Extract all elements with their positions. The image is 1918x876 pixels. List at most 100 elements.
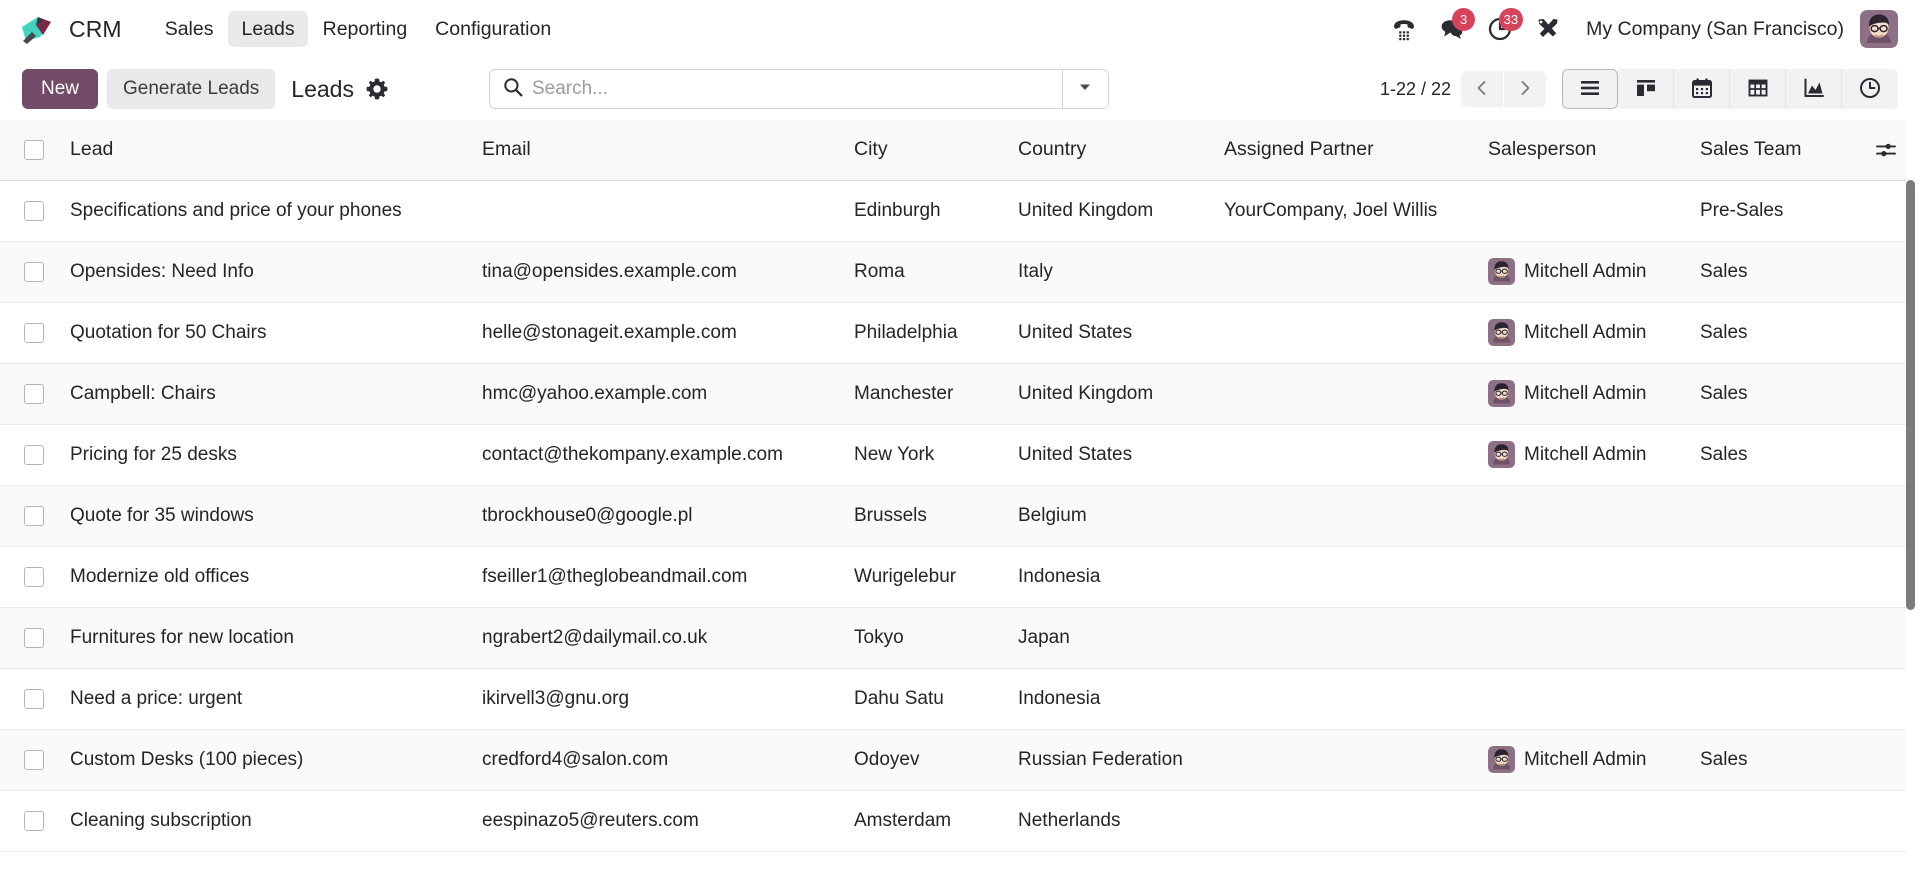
view-button-graph[interactable] bbox=[1786, 69, 1842, 109]
top-navbar: CRM Sales Leads Reporting Configuration bbox=[0, 0, 1918, 58]
view-button-kanban[interactable] bbox=[1618, 69, 1674, 109]
select-all-checkbox[interactable] bbox=[24, 139, 44, 160]
cell-email: fseiller1@theglobeandmail.com bbox=[470, 546, 842, 608]
cell-assigned-partner bbox=[1212, 424, 1476, 486]
cell-sales-team: Sales bbox=[1688, 729, 1866, 791]
column-settings-icon[interactable] bbox=[1866, 120, 1906, 180]
pager-previous-button[interactable] bbox=[1461, 71, 1503, 107]
new-button[interactable]: New bbox=[22, 68, 99, 110]
cell-country: Japan bbox=[1006, 607, 1212, 669]
view-button-list[interactable] bbox=[1562, 69, 1618, 109]
cell-city: Tokyo bbox=[842, 607, 1006, 669]
table-row[interactable]: Quotation for 50 Chairs helle@stonageit.e… bbox=[0, 302, 1906, 364]
cell-sales-team: Sales bbox=[1688, 424, 1866, 486]
activities-clock-icon[interactable]: 33 bbox=[1476, 7, 1524, 51]
messages-icon[interactable]: 3 bbox=[1428, 7, 1476, 51]
row-checkbox[interactable] bbox=[24, 566, 44, 587]
menu-item-sales[interactable]: Sales bbox=[152, 11, 227, 47]
salesperson-name: Mitchell Admin bbox=[1524, 748, 1647, 770]
cell-salesperson bbox=[1476, 790, 1688, 852]
salesperson-name: Mitchell Admin bbox=[1524, 443, 1647, 465]
cell-lead: Opensides: Need Info bbox=[58, 241, 470, 303]
column-header-sales-team[interactable]: Sales Team bbox=[1688, 120, 1866, 181]
table-row[interactable]: Quote for 35 windows tbrockhouse0@google.… bbox=[0, 485, 1906, 547]
row-checkbox[interactable] bbox=[24, 200, 44, 221]
pager-value[interactable]: 1-22 / 22 bbox=[1380, 79, 1451, 100]
view-button-activity[interactable] bbox=[1842, 69, 1898, 109]
cell-country: United States bbox=[1006, 302, 1212, 364]
row-checkbox[interactable] bbox=[24, 505, 44, 526]
column-header-assigned-partner[interactable]: Assigned Partner bbox=[1212, 120, 1476, 181]
row-checkbox[interactable] bbox=[24, 261, 44, 282]
salesperson-avatar bbox=[1488, 746, 1515, 773]
cell-email: contact@thekompany.example.com bbox=[470, 424, 842, 486]
cell-spacer bbox=[1866, 790, 1906, 852]
row-select-cell bbox=[0, 363, 58, 425]
leads-table: Lead Email City Country Assigned Partner… bbox=[0, 120, 1906, 852]
cell-city: Roma bbox=[842, 241, 1006, 303]
cell-assigned-partner bbox=[1212, 546, 1476, 608]
generate-leads-button[interactable]: Generate Leads bbox=[107, 68, 276, 110]
avatar[interactable] bbox=[1860, 10, 1898, 48]
row-checkbox[interactable] bbox=[24, 322, 44, 343]
cell-sales-team: Sales bbox=[1688, 302, 1866, 364]
column-header-salesperson[interactable]: Salesperson bbox=[1476, 120, 1688, 181]
table-row[interactable]: Cleaning subscription eespinazo5@reuters.… bbox=[0, 790, 1906, 852]
column-header-city[interactable]: City bbox=[842, 120, 1006, 181]
gear-icon[interactable] bbox=[365, 77, 389, 101]
cell-salesperson bbox=[1476, 485, 1688, 547]
search-input[interactable] bbox=[531, 78, 1052, 100]
cell-salesperson: Mitchell Admin bbox=[1476, 363, 1688, 425]
salesperson-value: Mitchell Admin bbox=[1488, 380, 1676, 407]
row-select-cell bbox=[0, 302, 58, 364]
app-brand[interactable]: CRM bbox=[16, 7, 130, 51]
cell-sales-team: Sales bbox=[1688, 241, 1866, 303]
row-checkbox[interactable] bbox=[24, 444, 44, 465]
column-header-lead[interactable]: Lead bbox=[58, 120, 470, 181]
cell-city: Brussels bbox=[842, 485, 1006, 547]
cell-assigned-partner bbox=[1212, 485, 1476, 547]
search-dropdown-toggle[interactable] bbox=[1061, 70, 1108, 108]
debug-tools-icon[interactable] bbox=[1524, 7, 1572, 51]
cell-salesperson bbox=[1476, 546, 1688, 608]
table-row[interactable]: Need a price: urgent ikirvell3@gnu.org Dah… bbox=[0, 668, 1906, 730]
row-checkbox[interactable] bbox=[24, 749, 44, 770]
table-header: Lead Email City Country Assigned Partner… bbox=[0, 120, 1906, 181]
cell-assigned-partner bbox=[1212, 363, 1476, 425]
view-button-pivot[interactable] bbox=[1730, 69, 1786, 109]
cell-salesperson: Mitchell Admin bbox=[1476, 424, 1688, 486]
cell-spacer bbox=[1866, 180, 1906, 242]
table-row[interactable]: Modernize old offices fseiller1@theglobea… bbox=[0, 546, 1906, 608]
table-row[interactable]: Furnitures for new location ngrabert2@dai… bbox=[0, 607, 1906, 669]
cell-city: Odoyev bbox=[842, 729, 1006, 791]
row-checkbox[interactable] bbox=[24, 688, 44, 709]
row-checkbox[interactable] bbox=[24, 627, 44, 648]
cell-city: Edinburgh bbox=[842, 180, 1006, 242]
optional-columns-header bbox=[1866, 120, 1906, 181]
table-row[interactable]: Specifications and price of your phones E… bbox=[0, 180, 1906, 242]
cell-city: Manchester bbox=[842, 363, 1006, 425]
pager-next-button[interactable] bbox=[1504, 71, 1546, 107]
cell-salesperson: Mitchell Admin bbox=[1476, 729, 1688, 791]
row-checkbox[interactable] bbox=[24, 383, 44, 404]
cell-email: ngrabert2@dailymail.co.uk bbox=[470, 607, 842, 669]
vertical-scrollbar-thumb[interactable] bbox=[1906, 180, 1915, 610]
search-input-wrap[interactable] bbox=[490, 70, 1062, 108]
caret-down-icon bbox=[1077, 79, 1093, 100]
column-header-country[interactable]: Country bbox=[1006, 120, 1212, 181]
menu-item-leads[interactable]: Leads bbox=[228, 10, 308, 48]
table-body: Specifications and price of your phones E… bbox=[0, 180, 1906, 852]
company-switcher[interactable]: My Company (San Francisco) bbox=[1586, 18, 1844, 41]
table-row[interactable]: Pricing for 25 desks contact@thekompany.e… bbox=[0, 424, 1906, 486]
menu-item-configuration[interactable]: Configuration bbox=[422, 11, 564, 47]
voip-phone-icon[interactable] bbox=[1380, 7, 1428, 51]
view-button-calendar[interactable] bbox=[1674, 69, 1730, 109]
row-checkbox[interactable] bbox=[24, 810, 44, 831]
table-row[interactable]: Campbell: Chairs hmc@yahoo.example.com Man… bbox=[0, 363, 1906, 425]
cell-email: tina@opensides.example.com bbox=[470, 241, 842, 303]
activity-view-icon bbox=[1858, 76, 1882, 103]
menu-item-reporting[interactable]: Reporting bbox=[310, 11, 421, 47]
table-row[interactable]: Opensides: Need Info tina@opensides.examp… bbox=[0, 241, 1906, 303]
table-row[interactable]: Custom Desks (100 pieces) credford4@salon… bbox=[0, 729, 1906, 791]
column-header-email[interactable]: Email bbox=[470, 120, 842, 181]
